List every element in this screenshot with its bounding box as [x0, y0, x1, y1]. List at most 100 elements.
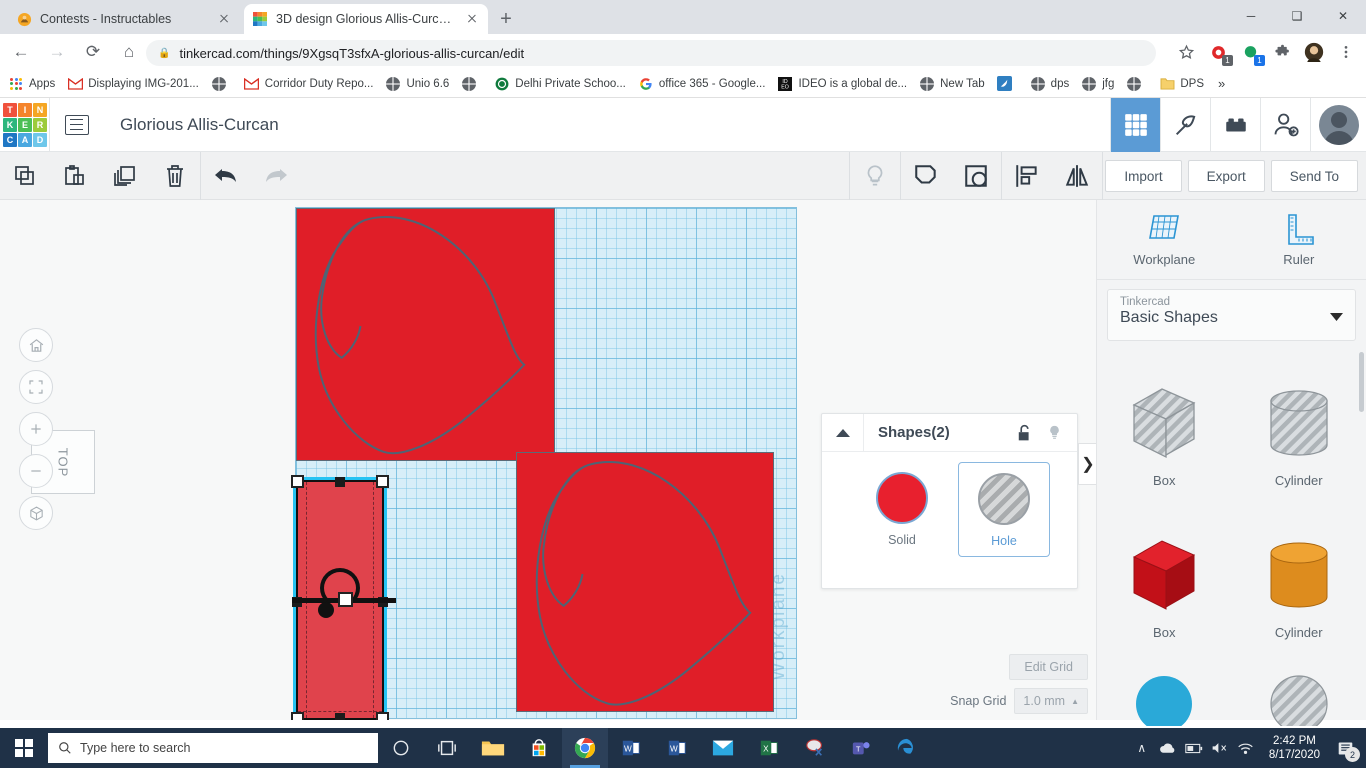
lego-brick-icon[interactable] — [1210, 98, 1260, 152]
minimize-button[interactable]: ─ — [1228, 0, 1274, 32]
maximize-button[interactable]: ❑ — [1274, 0, 1320, 32]
taskbar-search-input[interactable]: Type here to search — [48, 733, 378, 763]
paste-icon[interactable] — [50, 152, 100, 200]
bookmark-displaying-img[interactable]: Displaying IMG-201... — [67, 76, 199, 92]
library-item-solid-cylinder[interactable]: Cylinder — [1232, 508, 1366, 660]
copy-icon[interactable] — [0, 152, 50, 200]
undo-icon[interactable] — [201, 152, 251, 200]
chevron-right-icon[interactable]: ❯ — [1078, 443, 1098, 485]
unlock-icon[interactable] — [1009, 414, 1039, 452]
word-doc-icon[interactable]: W — [654, 728, 700, 768]
task-view-icon[interactable] — [424, 728, 470, 768]
bookmark-dps-folder[interactable]: DPS — [1159, 76, 1204, 92]
word-icon[interactable]: W — [608, 728, 654, 768]
sidebar-scrollbar[interactable] — [1359, 352, 1364, 412]
edge-icon[interactable] — [884, 728, 930, 768]
import-button[interactable]: Import — [1105, 160, 1182, 192]
extension-red-icon[interactable]: 1 — [1204, 38, 1233, 66]
lightbulb-icon[interactable] — [850, 152, 900, 200]
export-button[interactable]: Export — [1187, 160, 1265, 192]
duplicate-icon[interactable] — [100, 152, 150, 200]
library-item-solid-box[interactable]: Box — [1097, 508, 1232, 660]
library-item-hole-cylinder[interactable]: Cylinder — [1232, 356, 1366, 508]
resize-handle-tr[interactable] — [376, 475, 389, 488]
excel-icon[interactable]: X — [746, 728, 792, 768]
resize-handle-top[interactable] — [335, 477, 345, 487]
cortana-icon[interactable] — [378, 728, 424, 768]
tray-expand-icon[interactable]: ∧ — [1129, 728, 1155, 768]
snip-sketch-icon[interactable] — [792, 728, 838, 768]
align-icon[interactable] — [1002, 152, 1052, 200]
zoom-out-icon[interactable] — [19, 454, 53, 488]
design-canvas[interactable]: Workplane TOP Edit Grid Snap Grid 1.0 mm… — [0, 200, 1096, 720]
bookmark-new-tab[interactable]: New Tab — [919, 76, 985, 92]
new-tab-button[interactable]: + — [492, 7, 520, 31]
bookmark-blue-bird[interactable] — [997, 76, 1018, 92]
reload-icon[interactable]: ⟳ — [78, 37, 108, 67]
bookmark-globe-1[interactable] — [211, 76, 232, 92]
send-to-button[interactable]: Send To — [1270, 160, 1358, 192]
extension-green-icon[interactable]: 1 — [1236, 38, 1265, 66]
home-view-icon[interactable] — [19, 328, 53, 362]
file-explorer-icon[interactable] — [470, 728, 516, 768]
close-icon[interactable] — [464, 11, 480, 27]
resize-handle-bottom[interactable] — [335, 713, 345, 720]
bookmark-jfg[interactable]: jfg — [1081, 76, 1114, 92]
bookmark-dps-lower[interactable]: dps — [1030, 76, 1069, 92]
invite-person-icon[interactable] — [1260, 98, 1310, 152]
minecraft-pickaxe-icon[interactable] — [1160, 98, 1210, 152]
height-handle[interactable] — [338, 592, 353, 607]
onedrive-icon[interactable] — [1155, 728, 1181, 768]
microsoft-store-icon[interactable] — [516, 728, 562, 768]
browser-tab-1[interactable]: 3D design Glorious Allis-Curcan | — [244, 4, 488, 34]
bookmark-unio[interactable]: Unio 6.6 — [385, 76, 449, 92]
library-item-sphere[interactable] — [1097, 660, 1232, 730]
chrome-icon[interactable] — [562, 728, 608, 768]
volume-mute-icon[interactable] — [1207, 728, 1233, 768]
zoom-in-icon[interactable] — [19, 412, 53, 446]
gallery-grid-icon[interactable] — [1110, 98, 1160, 152]
bookmark-corridor-duty[interactable]: Corridor Duty Repo... — [244, 76, 373, 92]
bookmark-globe-3[interactable] — [1126, 76, 1147, 92]
caret-up-icon[interactable] — [822, 413, 864, 452]
selected-bar-shape[interactable] — [291, 475, 396, 720]
shape-library-select[interactable]: Tinkercad Basic Shapes — [1107, 289, 1356, 341]
mail-icon[interactable] — [700, 728, 746, 768]
browser-tab-0[interactable]: Contests - Instructables — [8, 4, 240, 34]
bookmark-office365[interactable]: office 365 - Google... — [638, 76, 765, 92]
forward-icon[interactable]: → — [42, 37, 72, 67]
resize-handle-br[interactable] — [376, 712, 389, 720]
group-icon[interactable] — [901, 152, 951, 200]
redo-icon[interactable] — [251, 152, 301, 200]
snap-grid-select[interactable]: 1.0 mm ▲ — [1014, 688, 1088, 714]
resize-handle-bl[interactable] — [291, 712, 304, 720]
lightbulb-icon[interactable] — [1039, 414, 1069, 452]
perspective-icon[interactable] — [19, 496, 53, 530]
teams-icon[interactable]: T — [838, 728, 884, 768]
bookmark-delhi-private-school[interactable]: Delhi Private Schoo... — [494, 76, 626, 92]
project-list-button[interactable] — [50, 98, 104, 152]
address-bar[interactable]: 🔒 tinkercad.com/things/9XgsqT3sfxA-glori… — [146, 40, 1156, 66]
tinkercad-logo[interactable]: T I N K E R C A D — [3, 102, 49, 147]
battery-icon[interactable] — [1181, 728, 1207, 768]
workplane-tool[interactable]: Workplane — [1097, 200, 1232, 279]
windows-start-icon[interactable] — [0, 728, 48, 768]
user-avatar[interactable] — [1310, 98, 1366, 152]
close-icon[interactable] — [216, 11, 232, 27]
close-window-button[interactable]: ✕ — [1320, 0, 1366, 32]
mirror-icon[interactable] — [1052, 152, 1102, 200]
edit-grid-button[interactable]: Edit Grid — [1009, 654, 1088, 680]
notification-center-button[interactable]: 2 — [1330, 728, 1360, 768]
heart-plate-top-left[interactable] — [296, 208, 555, 461]
bookmark-star-icon[interactable] — [1172, 38, 1200, 66]
bookmark-apps[interactable]: Apps — [8, 76, 55, 92]
profile-avatar-icon[interactable] — [1300, 38, 1328, 66]
wifi-icon[interactable] — [1233, 728, 1259, 768]
resize-handle-tl[interactable] — [291, 475, 304, 488]
puzzle-icon[interactable] — [1268, 38, 1296, 66]
back-icon[interactable]: ← — [6, 37, 36, 67]
taskbar-clock[interactable]: 2:42 PM 8/17/2020 — [1269, 734, 1320, 762]
ruler-tool[interactable]: Ruler — [1232, 200, 1366, 279]
ungroup-icon[interactable] — [951, 152, 1001, 200]
bookmarks-overflow-button[interactable]: » — [1218, 76, 1225, 91]
